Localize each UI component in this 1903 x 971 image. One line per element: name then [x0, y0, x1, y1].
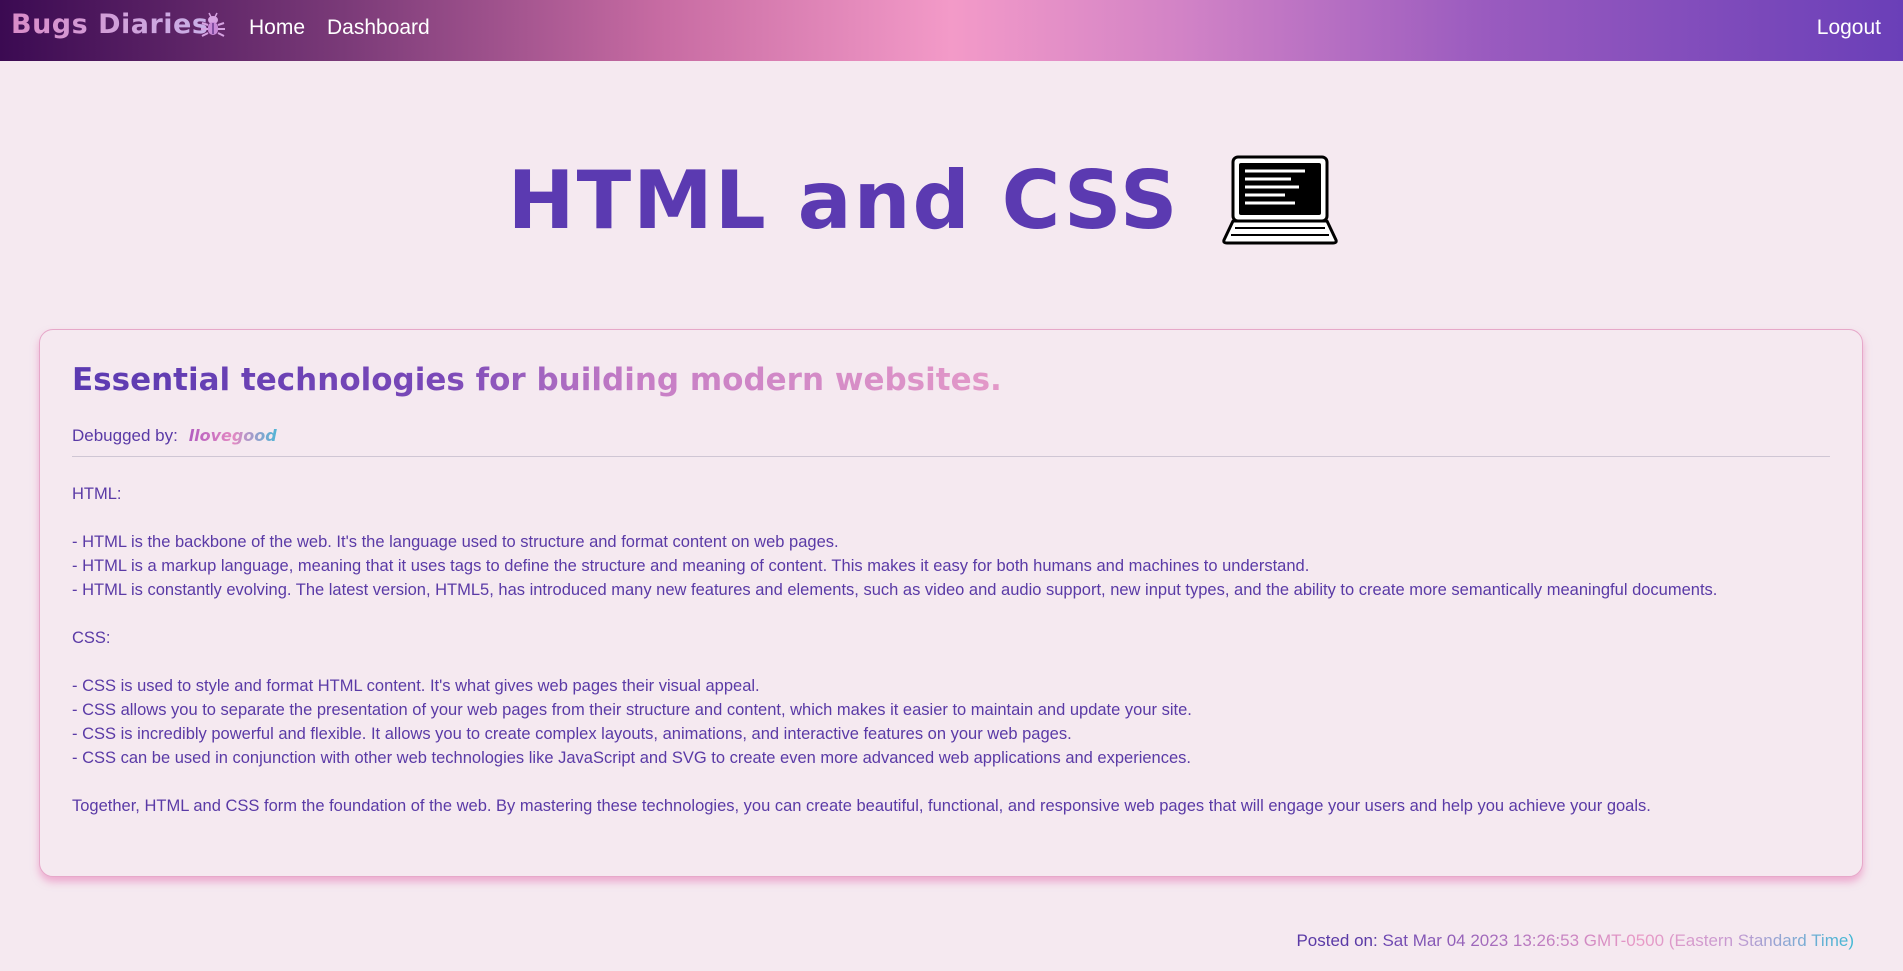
nav-link-dashboard[interactable]: Dashboard [327, 16, 430, 40]
body-line: - HTML is the backbone of the web. It's … [72, 533, 839, 551]
body-line: - CSS allows you to separate the present… [72, 701, 1192, 719]
card-divider [72, 456, 1830, 457]
debugged-by-line: Debugged by: llovegood [72, 426, 277, 446]
bug-icon [201, 12, 225, 37]
top-navbar: Bugs Diaries Home Dashboard Logout [0, 0, 1903, 61]
posted-on-date: Sat Mar 04 2023 13:26:53 GMT-0500 (Easte… [1382, 931, 1854, 950]
posted-on-label: Posted on: [1296, 931, 1378, 950]
body-line: - CSS is incredibly powerful and flexibl… [72, 725, 1072, 743]
author-link[interactable]: llovegood [189, 426, 277, 445]
logout-link[interactable]: Logout [1817, 16, 1881, 40]
post-heading: Essential technologies for building mode… [72, 362, 1002, 398]
posted-on: Posted on: Sat Mar 04 2023 13:26:53 GMT-… [1296, 931, 1854, 951]
debugged-by-label: Debugged by: [72, 426, 178, 445]
body-line: - HTML is constantly evolving. The lates… [72, 581, 1718, 599]
page-title-text: HTML and CSS [507, 153, 1180, 247]
post-card: Essential technologies for building mode… [39, 329, 1863, 877]
body-line: Together, HTML and CSS form the foundati… [72, 797, 1651, 815]
body-line: HTML: [72, 485, 122, 503]
laptop-icon [1222, 155, 1339, 245]
brand-logo-text[interactable]: Bugs Diaries [11, 9, 208, 40]
nav-link-home[interactable]: Home [249, 16, 305, 40]
post-body: HTML: - HTML is the backbone of the web.… [72, 482, 1830, 818]
body-line: - HTML is a markup language, meaning tha… [72, 557, 1310, 575]
body-line: CSS: [72, 629, 111, 647]
body-line: - CSS is used to style and format HTML c… [72, 677, 760, 695]
page-title: HTML and CSS [0, 148, 1903, 247]
body-line: - CSS can be used in conjunction with ot… [72, 749, 1191, 767]
